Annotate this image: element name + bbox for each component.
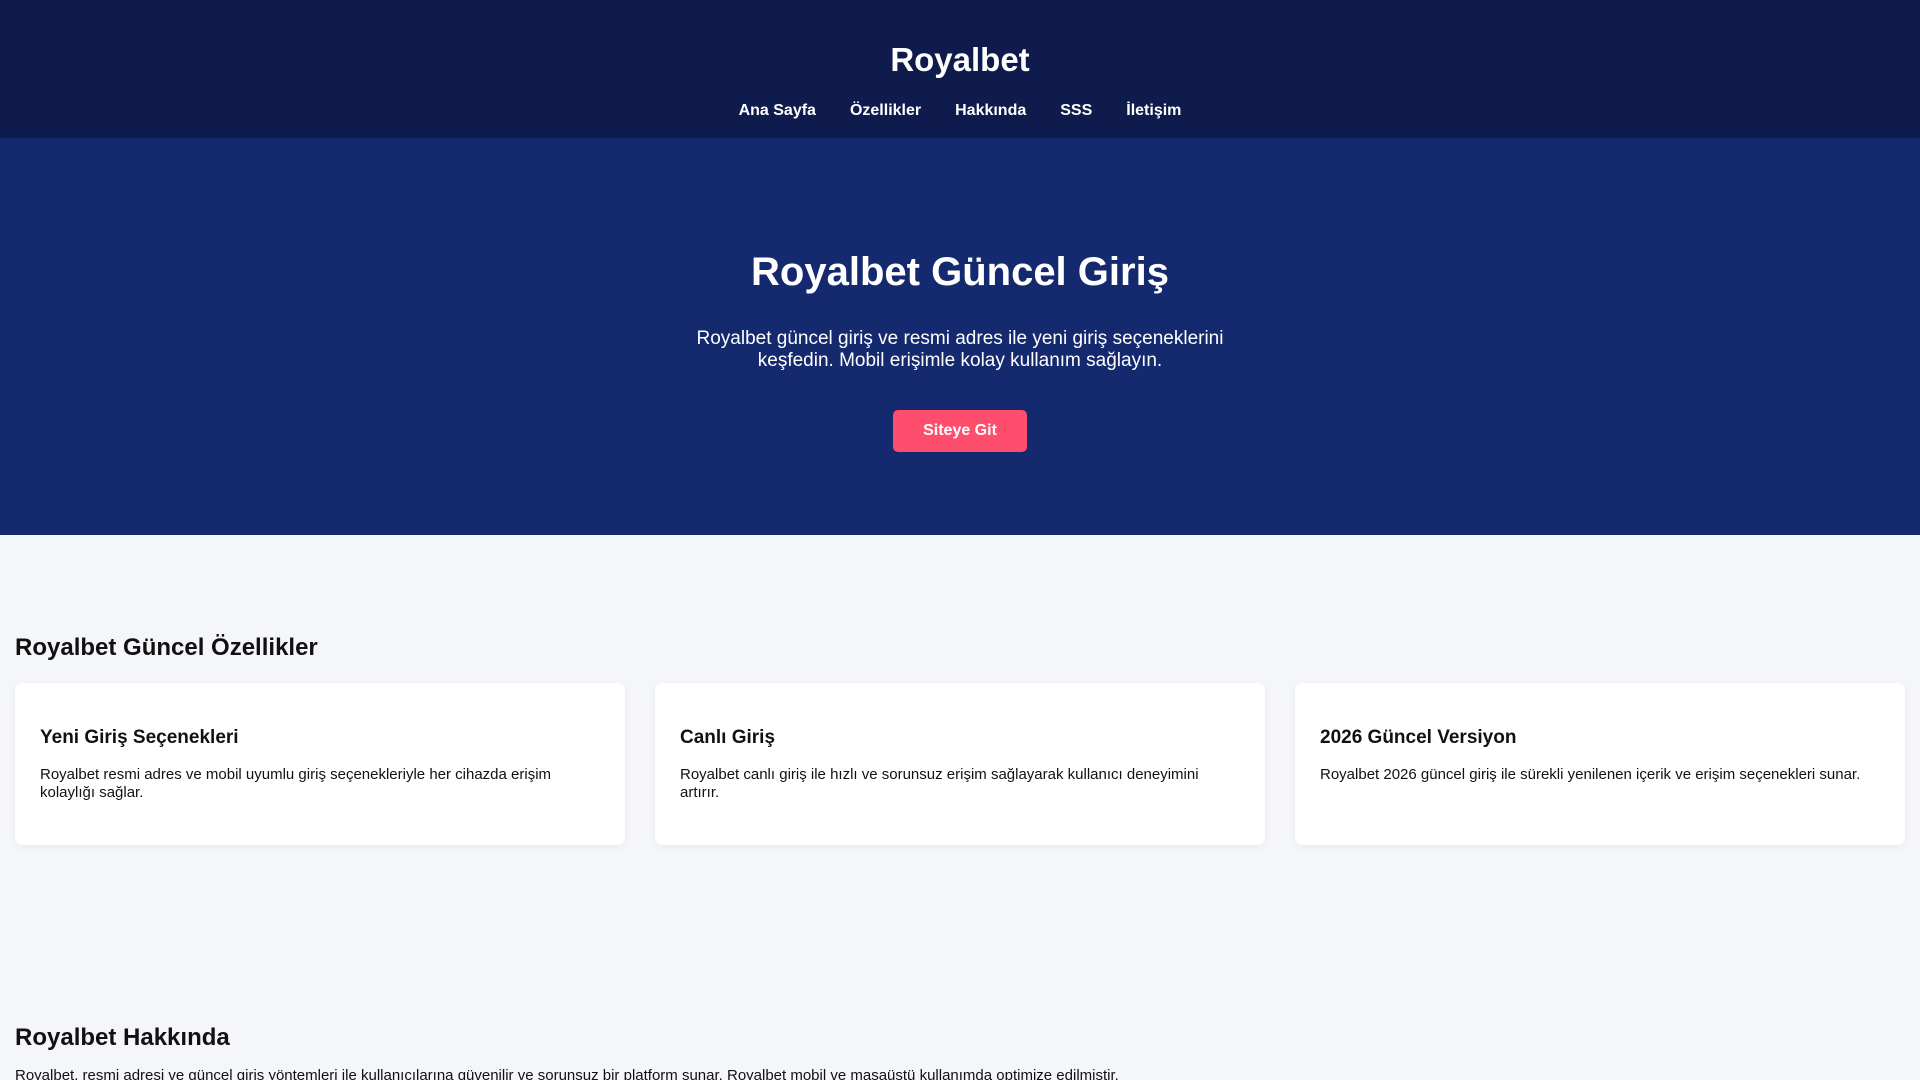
feature-card-text: Royalbet canlı giriş ile hızlı ve soruns… — [680, 766, 1199, 801]
main-nav: Ana Sayfa Özellikler Hakkında SSS İletiş… — [0, 101, 1920, 121]
feature-card-title: Yeni Giriş Seçenekleri — [40, 727, 239, 748]
feature-card-text: Royalbet resmi adres ve mobil uyumlu gir… — [40, 766, 552, 801]
nav-link-home[interactable]: Ana Sayfa — [739, 101, 816, 121]
features-section: Royalbet Güncel Özellikler Yeni Giriş Se… — [0, 535, 1920, 845]
feature-card-text: Royalbet 2026 güncel giriş ile sürekli y… — [1320, 766, 1861, 783]
nav-link-contact[interactable]: İletişim — [1126, 101, 1181, 121]
site-brand[interactable]: Royalbet — [0, 40, 1920, 80]
page: Royalbet Ana Sayfa Özellikler Hakkında S… — [0, 0, 1920, 1080]
feature-card-title: 2026 Güncel Versiyon — [1320, 727, 1517, 748]
visit-site-button[interactable]: Siteye Git — [893, 410, 1027, 452]
feature-card: 2026 Güncel Versiyon Royalbet 2026 günce… — [1295, 683, 1905, 845]
nav-link-faq[interactable]: SSS — [1060, 101, 1092, 121]
hero-section: Royalbet Güncel Giriş Royalbet güncel gi… — [0, 138, 1920, 535]
feature-card: Canlı Giriş Royalbet canlı giriş ile hız… — [655, 683, 1265, 845]
about-title: Royalbet Hakkında — [15, 1024, 230, 1051]
about-text: Royalbet, resmi adresi ve güncel giriş y… — [15, 1067, 1119, 1080]
features-title: Royalbet Güncel Özellikler — [15, 634, 318, 661]
site-header: Royalbet Ana Sayfa Özellikler Hakkında S… — [0, 0, 1920, 138]
about-section: Royalbet Hakkında Royalbet, resmi adresi… — [0, 845, 1920, 1080]
nav-link-features[interactable]: Özellikler — [850, 101, 921, 121]
hero-description: Royalbet güncel giriş ve resmi adres ile… — [696, 328, 1224, 371]
feature-card-title: Canlı Giriş — [680, 727, 776, 748]
feature-card: Yeni Giriş Seçenekleri Royalbet resmi ad… — [15, 683, 625, 845]
nav-link-about[interactable]: Hakkında — [955, 101, 1026, 121]
feature-cards: Yeni Giriş Seçenekleri Royalbet resmi ad… — [15, 683, 1905, 845]
hero-title: Royalbet Güncel Giriş — [751, 250, 1169, 294]
